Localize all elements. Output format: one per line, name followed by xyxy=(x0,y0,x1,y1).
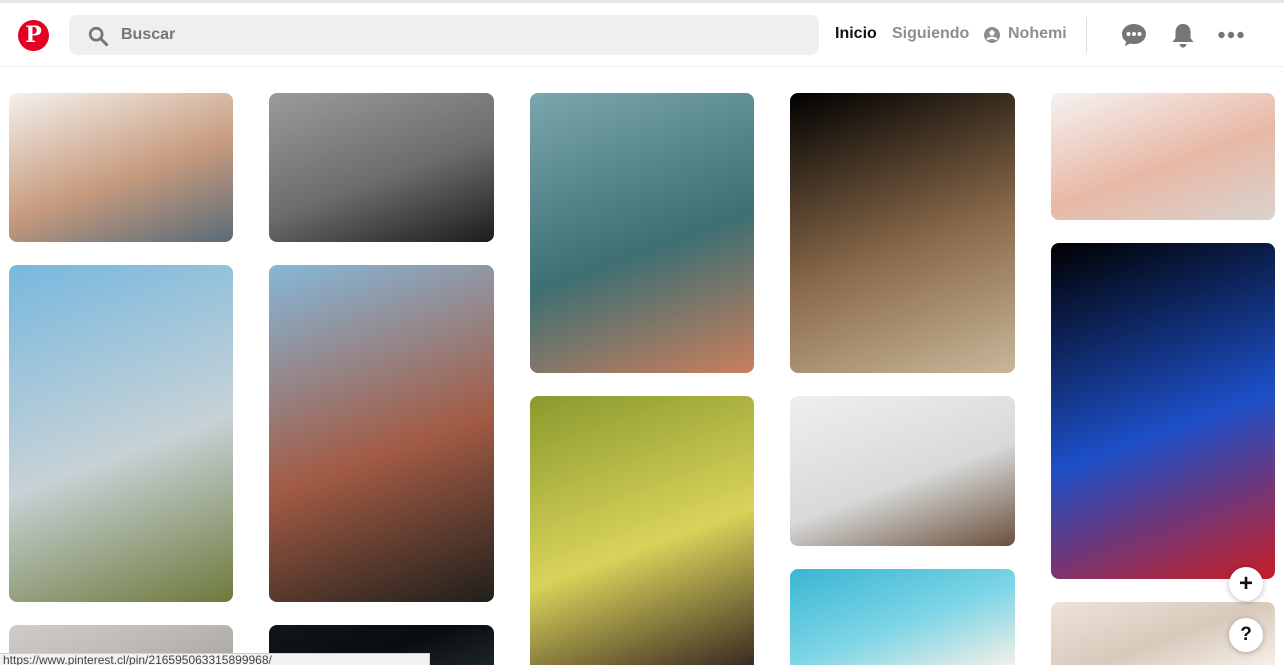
pin-office-space[interactable] xyxy=(790,396,1015,546)
search-bar[interactable] xyxy=(69,15,819,55)
pin-canyon-valley[interactable] xyxy=(269,265,494,602)
nav-home-link[interactable]: Inicio xyxy=(835,25,877,43)
notifications-bell-icon[interactable] xyxy=(1169,21,1197,49)
search-icon xyxy=(88,26,109,47)
nav-following-link[interactable]: Siguiendo xyxy=(892,25,969,43)
pinterest-logo[interactable]: P xyxy=(18,20,49,51)
pin-neon-lights[interactable] xyxy=(1051,243,1275,579)
search-input[interactable] xyxy=(121,15,801,55)
top-navigation-bar: P Inicio Siguiendo Nohemi xyxy=(0,3,1284,67)
messages-icon[interactable] xyxy=(1120,21,1148,49)
more-options-icon[interactable] xyxy=(1217,21,1245,49)
header-divider xyxy=(1086,17,1087,53)
pinterest-logo-mark: P xyxy=(25,22,42,48)
pin-misty-mountain[interactable] xyxy=(9,265,233,602)
pin-motorcycle[interactable] xyxy=(269,93,494,242)
pin-barista-counter[interactable] xyxy=(9,93,233,242)
pin-ocean-wave[interactable] xyxy=(530,93,754,373)
user-avatar-icon[interactable] xyxy=(984,27,1000,43)
help-button[interactable]: ? xyxy=(1229,618,1263,652)
link-status-url: https://www.pinterest.cl/pin/21659506331… xyxy=(0,653,430,665)
nav-profile-link[interactable]: Nohemi xyxy=(1008,25,1067,43)
pin-woman-hat[interactable] xyxy=(530,396,754,665)
add-pin-button[interactable]: + xyxy=(1229,567,1263,601)
pin-turquoise-pools[interactable] xyxy=(790,569,1015,665)
pin-bread-hands[interactable] xyxy=(790,93,1015,373)
pin-bathroom-shelf[interactable] xyxy=(1051,93,1275,220)
